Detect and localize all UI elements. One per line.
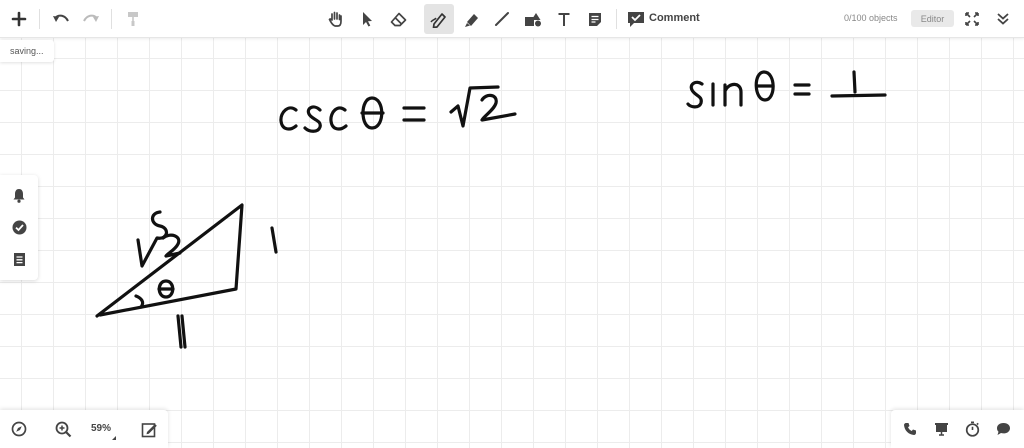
line-tool-button[interactable] [487,4,517,34]
edit-board-button[interactable] [138,418,160,440]
eraser-icon [390,12,406,26]
plus-icon [11,11,27,27]
comment-button[interactable] [621,4,651,34]
zoom-controls: 59% [0,410,168,448]
left-side-panel [0,175,38,280]
note-tool-button[interactable] [580,4,610,34]
line-icon [495,12,509,26]
select-tool-button[interactable] [352,4,382,34]
comment-label[interactable]: Comment [649,12,700,24]
cursor-arrow-icon [363,12,372,27]
pen-icon [430,13,446,28]
redo-button[interactable] [76,4,106,34]
check-circle-icon [12,220,26,234]
saving-status-text: saving... [10,46,44,56]
editor-role-badge[interactable]: Editor [911,10,954,27]
format-painter-button[interactable] [118,4,148,34]
edit-square-icon [141,422,157,437]
highlighter-tool-button[interactable] [456,4,486,34]
chat-bubble-icon [996,423,1010,435]
whiteboard-canvas[interactable] [0,0,1024,448]
present-button[interactable] [930,418,952,440]
chat-button[interactable] [992,418,1014,440]
eraser-tool-button[interactable] [383,4,413,34]
objects-counter: 0/100 objects [844,13,898,23]
bell-icon [13,188,25,203]
fullscreen-button[interactable] [957,4,987,34]
toolbar-divider [111,9,112,29]
shapes-tool-button[interactable] [518,4,548,34]
handwriting-sin-theta-equation [686,70,887,109]
saving-status: saving... [0,40,54,62]
undo-icon [53,14,69,22]
fullscreen-icon [965,12,979,26]
list-document-icon [13,252,25,266]
hand-icon [328,11,342,27]
zoom-dropdown-caret[interactable] [112,436,116,440]
compass-icon [11,421,27,437]
collapse-toolbar-button[interactable] [988,4,1018,34]
handwriting-triangle-diagram [95,203,278,349]
text-tool-button[interactable] [549,4,579,34]
handwriting-csc-theta-equation [279,85,517,133]
tasks-button[interactable] [8,216,30,238]
zoom-level[interactable]: 59% [91,423,111,434]
phone-icon [904,423,916,435]
toolbar-divider [616,9,617,29]
top-toolbar: Comment 0/100 objects Editor [0,0,1024,38]
toolbar-divider [39,9,40,29]
call-button[interactable] [899,418,921,440]
add-button[interactable] [4,4,34,34]
double-chevron-down-icon [997,13,1009,25]
stopwatch-icon [965,421,979,437]
zoom-in-icon [55,421,71,437]
notes-list-button[interactable] [8,248,30,270]
timer-button[interactable] [961,418,983,440]
presentation-icon [934,423,948,436]
zoom-in-button[interactable] [52,418,74,440]
shapes-icon [525,13,541,27]
highlighter-icon [464,13,478,27]
text-icon [558,12,570,26]
comment-check-icon [628,11,644,27]
paint-roller-icon [128,12,138,26]
note-icon [589,13,601,26]
pen-tool-button[interactable] [424,4,454,34]
navigator-button[interactable] [8,418,30,440]
communication-controls [891,410,1024,448]
editor-role-label: Editor [920,13,945,24]
pan-tool-button[interactable] [321,4,351,34]
redo-icon [83,14,99,22]
undo-button[interactable] [46,4,76,34]
notifications-button[interactable] [8,184,30,206]
